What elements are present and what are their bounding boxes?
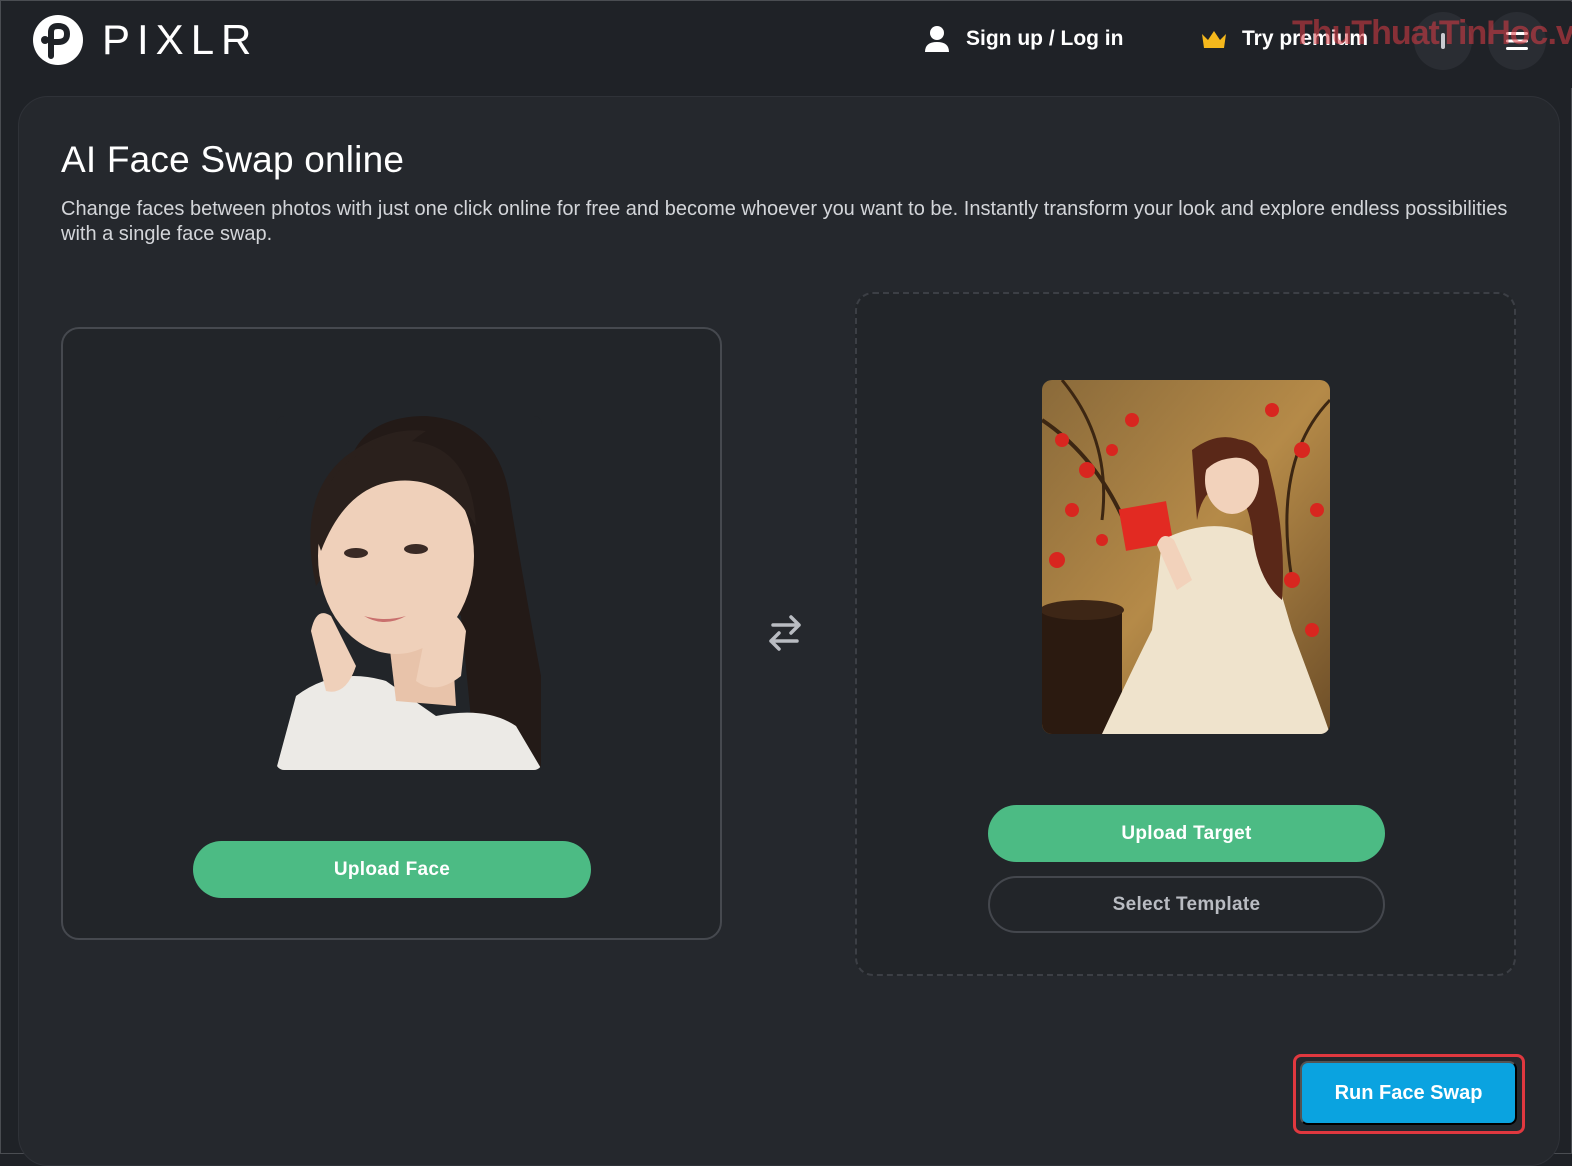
crown-icon bbox=[1202, 31, 1226, 48]
page-description: Change faces between photos with just on… bbox=[61, 198, 1508, 245]
top-navigation-bar: PIXLR Sign up / Log in Try premium ThuTh… bbox=[2, 2, 1572, 88]
app-window: PIXLR Sign up / Log in Try premium ThuTh… bbox=[0, 0, 1572, 1166]
account-icon bbox=[1441, 33, 1445, 49]
menu-icon bbox=[1506, 32, 1528, 50]
premium-link[interactable]: Try premium bbox=[1200, 24, 1368, 54]
user-icon bbox=[925, 26, 949, 52]
face-portrait-image bbox=[276, 416, 542, 770]
swap-arrows-icon[interactable] bbox=[763, 611, 807, 655]
face-upload-card[interactable]: Upload Face bbox=[61, 327, 722, 940]
login-link[interactable]: Sign up / Log in bbox=[924, 24, 1123, 54]
select-template-button[interactable]: Select Template bbox=[988, 876, 1385, 933]
page-title: AI Face Swap online bbox=[61, 139, 405, 180]
upload-face-button[interactable]: Upload Face bbox=[193, 841, 591, 898]
upload-target-button[interactable]: Upload Target bbox=[988, 805, 1385, 862]
face-photo bbox=[276, 416, 542, 770]
target-upload-card[interactable]: Upload Target Select Template bbox=[855, 292, 1516, 976]
target-photo bbox=[1042, 380, 1330, 734]
premium-label: Try premium bbox=[1242, 27, 1369, 50]
pixlr-logo[interactable]: PIXLR bbox=[32, 14, 258, 66]
target-portrait-image bbox=[1042, 380, 1330, 734]
menu-button[interactable] bbox=[1488, 12, 1546, 70]
run-face-swap-button[interactable]: Run Face Swap bbox=[1300, 1061, 1517, 1125]
profile-circle-button[interactable] bbox=[1414, 12, 1472, 70]
brand-name: PIXLR bbox=[102, 16, 259, 63]
login-label: Sign up / Log in bbox=[966, 27, 1124, 50]
pixlr-logo-icon bbox=[33, 15, 83, 65]
